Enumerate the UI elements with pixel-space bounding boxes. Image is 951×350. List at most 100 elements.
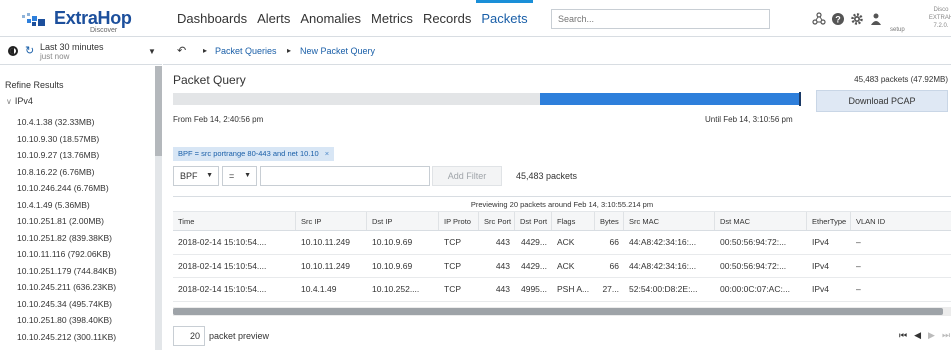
nav-anomalies[interactable]: Anomalies	[295, 0, 366, 37]
cell-ethertype: IPv4	[812, 260, 830, 271]
chevron-down-icon[interactable]: ▼	[148, 47, 156, 56]
ip-filter-item[interactable]: 10.10.251.82 (839.38KB)	[17, 230, 117, 247]
download-pcap-button[interactable]: Download PCAP	[816, 90, 948, 112]
table-horizontal-scrollbar[interactable]	[173, 307, 951, 316]
table-row[interactable]: 2018-02-14 15:10:54.... 10.4.1.49 10.10.…	[173, 278, 951, 302]
user-icon[interactable]	[869, 12, 883, 26]
column-header-vlan-id[interactable]: VLAN ID	[851, 212, 951, 230]
filtered-packet-count: 45,483 packets	[516, 171, 578, 181]
timeline-handle[interactable]	[799, 92, 801, 106]
ip-filter-item[interactable]: 10.10.251.81 (2.00MB)	[17, 213, 117, 230]
cell-bytes: 66	[609, 260, 619, 271]
nav-metrics[interactable]: Metrics	[366, 0, 418, 37]
previous-page-icon[interactable]: ◀	[914, 330, 921, 341]
cell-ip-proto: TCP	[444, 284, 461, 294]
cell-dst-ip: 10.10.9.69	[372, 260, 413, 271]
cell-bytes: 66	[609, 237, 619, 247]
chevron-right-icon: ▸	[203, 46, 208, 55]
preview-count-input[interactable]: 20	[173, 326, 205, 346]
column-header-flags[interactable]: Flags	[552, 212, 595, 230]
logo-icon	[22, 13, 45, 26]
packet-table: Previewing 20 packets around Feb 14, 3:1…	[173, 196, 951, 316]
cell-dst-mac: 00:50:56:94:72:...	[720, 237, 787, 247]
ip-filter-item[interactable]: 10.10.9.30 (18.57MB)	[17, 131, 117, 148]
compare-toggle-icon[interactable]	[8, 46, 18, 56]
cell-flags: ACK	[557, 237, 575, 247]
column-header-ethertype[interactable]: EtherType	[807, 212, 851, 230]
time-range-sub: just now	[40, 52, 70, 61]
ip-filter-item[interactable]: 10.10.245.211 (636.23KB)	[17, 279, 117, 296]
ip-filter-item[interactable]: 10.10.251.179 (744.84KB)	[17, 263, 117, 280]
top-icons: ?	[812, 9, 883, 29]
svg-text:?: ?	[835, 15, 841, 25]
ip-filter-item[interactable]: 10.10.9.27 (13.76MB)	[17, 147, 117, 164]
add-filter-button[interactable]: Add Filter	[432, 166, 502, 186]
bpf-filter-chip[interactable]: BPF = src portrange 80-443 and net 10.10…	[173, 147, 335, 161]
cell-time: 2018-02-14 15:10:54....	[178, 284, 267, 294]
breadcrumb-new-packet-query[interactable]: New Packet Query	[300, 46, 375, 56]
time-selector[interactable]: ↻ Last 30 minutes just now ▼	[0, 37, 162, 65]
column-header-src-mac[interactable]: Src MAC	[624, 212, 715, 230]
nav-dashboards[interactable]: Dashboards	[172, 0, 252, 37]
cell-dst-mac: 00:50:56:94:72:...	[720, 260, 787, 271]
refresh-icon[interactable]: ↻	[25, 44, 34, 57]
breadcrumb-packet-queries[interactable]: Packet Queries	[215, 46, 277, 56]
column-header-src-ip[interactable]: Src IP	[296, 212, 367, 230]
last-page-icon[interactable]: ⏭	[942, 330, 950, 341]
packet-timeline[interactable]	[173, 92, 801, 106]
cell-src-ip: 10.10.11.249	[301, 237, 350, 247]
help-icon[interactable]: ?	[831, 12, 845, 26]
filter-operator-select[interactable]: = ▼	[222, 166, 257, 186]
ip-filter-item[interactable]: 10.10.251.80 (398.40KB)	[17, 312, 117, 329]
appliance-info: Disco EXTRAH 7.2.0.	[926, 6, 951, 30]
ip-filter-item[interactable]: 10.10.245.212 (300.11KB)	[17, 329, 117, 346]
cell-src-mac: 52:54:00:D8:2E:...	[629, 284, 698, 294]
ip-filter-item[interactable]: 10.10.11.116 (792.06KB)	[17, 246, 117, 263]
ip-filter-item[interactable]: 10.10.245.34 (495.74KB)	[17, 296, 117, 313]
column-header-ip-proto[interactable]: IP Proto	[439, 212, 479, 230]
ipv4-group-label: IPv4	[14, 96, 33, 106]
global-search-input[interactable]	[551, 9, 770, 29]
first-page-icon[interactable]: ⏮	[899, 330, 907, 341]
chevron-right-icon: ▸	[287, 46, 292, 55]
gear-icon[interactable]	[850, 12, 864, 26]
column-header-dst-port[interactable]: Dst Port	[515, 212, 552, 230]
ip-filter-item[interactable]: 10.8.16.22 (6.76MB)	[17, 164, 117, 181]
column-header-src-port[interactable]: Src Port	[479, 212, 515, 230]
close-icon[interactable]: ×	[325, 149, 329, 158]
next-page-icon[interactable]: ▶	[928, 330, 935, 341]
column-header-bytes[interactable]: Bytes	[595, 212, 624, 230]
table-row[interactable]: 2018-02-14 15:10:54.... 10.10.11.249 10.…	[173, 254, 951, 278]
cell-vlan-id: –	[856, 237, 861, 247]
nav-packets[interactable]: Packets	[476, 0, 533, 37]
nav-alerts[interactable]: Alerts	[252, 0, 295, 37]
ip-filter-item[interactable]: 10.10.246.244 (6.76MB)	[17, 180, 117, 197]
nav-records[interactable]: Records	[418, 0, 476, 37]
ip-filter-item[interactable]: 10.4.1.38 (32.33MB)	[17, 114, 117, 131]
column-header-dst-mac[interactable]: Dst MAC	[715, 212, 807, 230]
column-header-dst-ip[interactable]: Dst IP	[367, 212, 439, 230]
network-icon[interactable]	[812, 12, 826, 26]
table-row[interactable]: 2018-02-14 15:10:54.... 10.10.11.249 10.…	[173, 231, 951, 255]
filter-value-input[interactable]	[260, 166, 430, 186]
appliance-info-line-3: 7.2.0.	[933, 23, 949, 29]
cell-src-ip: 10.10.11.249	[301, 260, 350, 271]
extrahop-logo[interactable]: ExtraHop Discover	[20, 6, 160, 34]
filter-type-value: BPF	[180, 171, 198, 181]
column-header-time[interactable]: Time	[173, 212, 296, 230]
sidebar-scrollbar[interactable]	[155, 66, 162, 350]
timeline-selection[interactable]	[540, 93, 801, 105]
bpf-filter-chip-label: BPF = src portrange 80-443 and net 10.10	[178, 149, 319, 158]
chevron-down-icon: ▼	[244, 172, 251, 179]
table-header: Time Src IP Dst IP IP Proto Src Port Dst…	[173, 212, 951, 231]
ip-filter-item[interactable]: 10.4.1.49 (5.36MB)	[17, 197, 117, 214]
sidebar-scrollbar-thumb[interactable]	[155, 66, 162, 156]
ipv4-group-toggle[interactable]: ∨ IPv4	[6, 96, 33, 106]
filter-type-select[interactable]: BPF ▼	[173, 166, 219, 186]
cell-flags: PSH A...	[557, 284, 590, 294]
back-icon[interactable]: ↶	[177, 44, 186, 57]
cell-src-mac: 44:A8:42:34:16:...	[629, 237, 697, 247]
cell-ip-proto: TCP	[444, 260, 461, 271]
table-scrollbar-thumb[interactable]	[173, 308, 943, 315]
packet-summary: 45,483 packets (47.92MB)	[854, 75, 948, 84]
